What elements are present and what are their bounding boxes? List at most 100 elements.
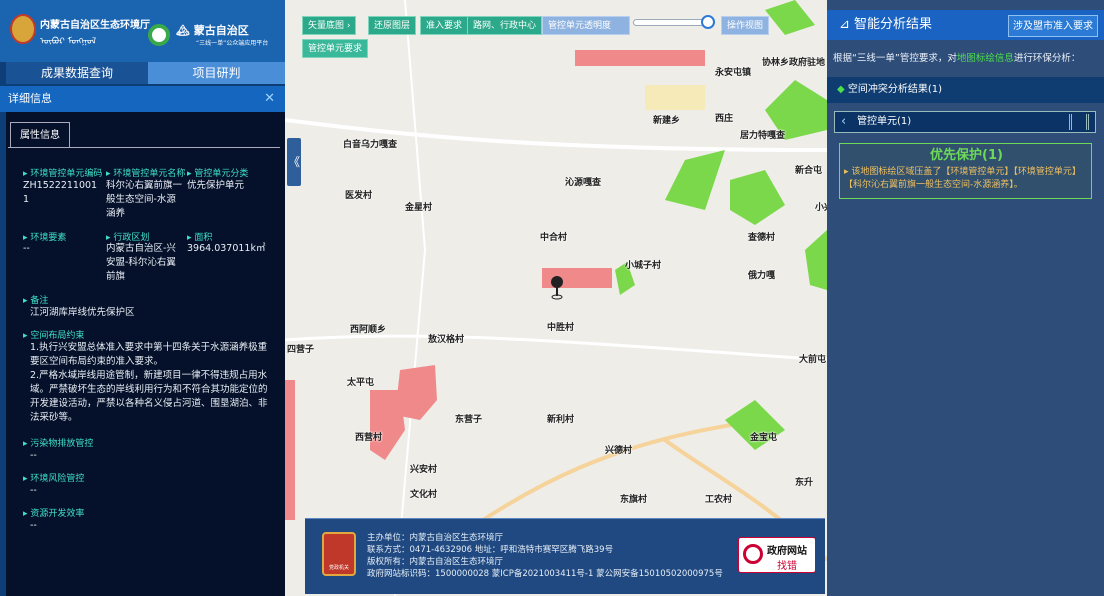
diamond-icon: ◆ <box>837 84 845 95</box>
field-value-element: -- <box>23 243 30 254</box>
map-label: 金星村 <box>405 203 433 213</box>
map-label: 俄力嘎 <box>748 271 776 281</box>
transparency-label: 管控单元透明度 <box>542 16 630 35</box>
map-label: 居力特嘎查 <box>740 131 786 141</box>
platform-subtitle: “三线一单”公众端应用平台 <box>196 40 269 47</box>
map-label: 兴德村 <box>605 446 633 456</box>
map-canvas[interactable]: 永安屯镇 协林乡政府驻地 新建乡 西庄 居力特嘎查 白音乌力嘎查 新合屯 医发村… <box>285 0 827 596</box>
map-label: 协林乡政府驻地 <box>762 58 826 68</box>
field-label-pollution: ▸ 污染物排放管控 <box>23 439 94 449</box>
map-shapes <box>285 0 827 596</box>
map-label: 小城子村 <box>625 261 662 271</box>
map-label: 文化村 <box>410 490 438 500</box>
map-label: 沁源嘎查 <box>565 178 602 188</box>
operation-view-button[interactable]: 操作视图 <box>721 16 770 35</box>
map-label: 小兴 <box>815 203 827 213</box>
platform-title: 🏔 蒙古自治区 <box>176 24 249 37</box>
party-gov-logo[interactable]: 党政机关 <box>322 532 356 576</box>
field-value-pollution: -- <box>30 450 37 461</box>
map-label: 永安屯镇 <box>715 68 752 78</box>
map-label: 东升 <box>795 478 814 488</box>
map-label: 医发村 <box>345 191 373 201</box>
field-label-code: ▸ 环境管控单元编码 <box>23 169 103 179</box>
map-label: 金宝屯 <box>750 433 778 443</box>
map-label: 中胜村 <box>547 323 575 333</box>
green-area <box>765 0 815 35</box>
footer-copyright: 版权所有：内蒙古自治区生态环境厅 <box>367 557 504 567</box>
bars-icon <box>1069 114 1089 130</box>
field-value-area: 3964.037011k㎡ <box>187 243 266 254</box>
field-label-layout: ▸ 空间布局约束 <box>23 331 85 341</box>
chevron-left-icon[interactable]: ‹ <box>841 112 846 132</box>
unit-requirement-button[interactable]: 管控单元要求 <box>302 39 369 58</box>
field-value-name: 科尔沁右翼前旗一般生态空间-水源涵养 <box>106 180 183 219</box>
map-label: 东营子 <box>455 415 483 425</box>
map-label: 新合屯 <box>795 166 823 176</box>
map-label: 中合村 <box>540 233 568 243</box>
yellow-zone <box>645 85 705 110</box>
footer-contact: 联系方式：0471-4632906 地址：呼和浩特市赛罕区腾飞路39号 <box>367 545 614 555</box>
map-label: 敖汉格村 <box>428 335 465 345</box>
control-unit-panel[interactable]: ‹ 管控单元(1) <box>834 111 1096 133</box>
header-title-mn: ᠥᠪᠦᠷ ᠮᠣᠩᠭᠣᠯ <box>40 37 97 47</box>
conflict-section[interactable]: ◆ 空间冲突分析结果(1) <box>827 77 1104 103</box>
field-value-code: ZH15222110011 <box>23 180 98 205</box>
field-value-region: 内蒙古自治区-兴安盟-科尔沁右翼前旗 <box>106 243 176 282</box>
roads-admin-button[interactable]: 路网、行政中心 <box>467 16 543 35</box>
city-requirements-button[interactable]: 涉及盟市准入要求 <box>1008 15 1098 37</box>
restricted-zone <box>370 390 405 460</box>
field-value-remark: 江河湖库岸线优先保护区 <box>30 307 135 318</box>
conflict-section-label: 空间冲突分析结果(1) <box>847 84 943 95</box>
header-title: 内蒙古自治区生态环境厅 <box>40 20 150 31</box>
field-label-class: ▸ 管控单元分类 <box>187 169 249 179</box>
field-label-name: ▸ 环境管控单元名称 <box>106 169 186 179</box>
left-tabs: 成果数据查询 项目研判 <box>6 62 285 84</box>
national-emblem-icon <box>10 14 36 44</box>
green-area <box>805 230 827 290</box>
field-value-class: 优先保护单元 <box>187 180 245 191</box>
detail-title: 详细信息 <box>8 92 52 105</box>
map-label: 兴安村 <box>410 465 438 475</box>
map-label: 西阿顺乡 <box>350 325 387 335</box>
field-value-resource: -- <box>30 520 37 531</box>
analysis-subtitle: 根据“三线一单”管控要求，对地图标绘信息进行环保分析： <box>833 53 1081 64</box>
map-label: 西庄 <box>715 114 734 124</box>
restricted-zone <box>575 50 705 66</box>
restore-layer-button[interactable]: 还原图层 <box>368 16 417 35</box>
analysis-title: 智能分析结果 <box>854 17 933 32</box>
send-icon: ⊿ <box>839 17 850 32</box>
footer-org: 主办单位：内蒙古自治区生态环境厅 <box>367 533 504 543</box>
map-label: 太平屯 <box>347 378 375 388</box>
priority-protection-box: 优先保护(1) ▸ 该地图标绘区域压盖了【环境管控单元】【环境管控单元】【科尔沁… <box>839 143 1092 199</box>
vector-basemap-button[interactable]: 矢量底图 › <box>302 16 357 35</box>
map-label: 新利村 <box>547 415 575 425</box>
access-requirements-button[interactable]: 准入要求 <box>420 16 469 35</box>
priority-title: 优先保护(1) <box>930 148 1003 163</box>
restricted-zone <box>285 380 295 520</box>
collapse-panel-button[interactable]: 《 <box>287 138 301 186</box>
field-label-remark: ▸ 备注 <box>23 296 49 306</box>
search-icon <box>743 544 763 564</box>
map-label: 工农村 <box>705 495 733 505</box>
map-label: 白音乌力嘎查 <box>343 140 398 150</box>
map-label: 查德村 <box>748 233 776 243</box>
map-label: 新建乡 <box>653 116 681 126</box>
env-logo-icon <box>148 24 170 46</box>
tab-results-query[interactable]: 成果数据查询 <box>6 62 148 84</box>
field-label-risk: ▸ 环境风险管控 <box>23 474 85 484</box>
tab-divider <box>8 147 280 148</box>
control-unit-label: 管控单元(1) <box>857 116 912 127</box>
detail-header: 详细信息 ✕ <box>0 86 285 112</box>
footer-icp[interactable]: 政府网站标识码：1500000028 蒙ICP备2021003411号-1 蒙公… <box>367 567 723 579</box>
priority-text: ▸ 该地图标绘区域压盖了【环境管控单元】【环境管控单元】【科尔沁右翼前旗一般生态… <box>844 167 1081 190</box>
field-value-risk: -- <box>30 485 37 496</box>
tab-attributes[interactable]: 属性信息 <box>10 122 70 148</box>
tab-project-analysis[interactable]: 项目研判 <box>148 62 285 84</box>
close-icon[interactable]: ✕ <box>264 86 275 112</box>
map-label: 四营子 <box>287 345 315 355</box>
transparency-slider-handle[interactable] <box>701 15 715 29</box>
map-label: 大前屯 <box>799 355 827 365</box>
field-label-resource: ▸ 资源开发效率 <box>23 509 85 519</box>
report-error-badge[interactable]: 政府网站 找错 <box>738 537 816 573</box>
green-area <box>665 150 725 210</box>
